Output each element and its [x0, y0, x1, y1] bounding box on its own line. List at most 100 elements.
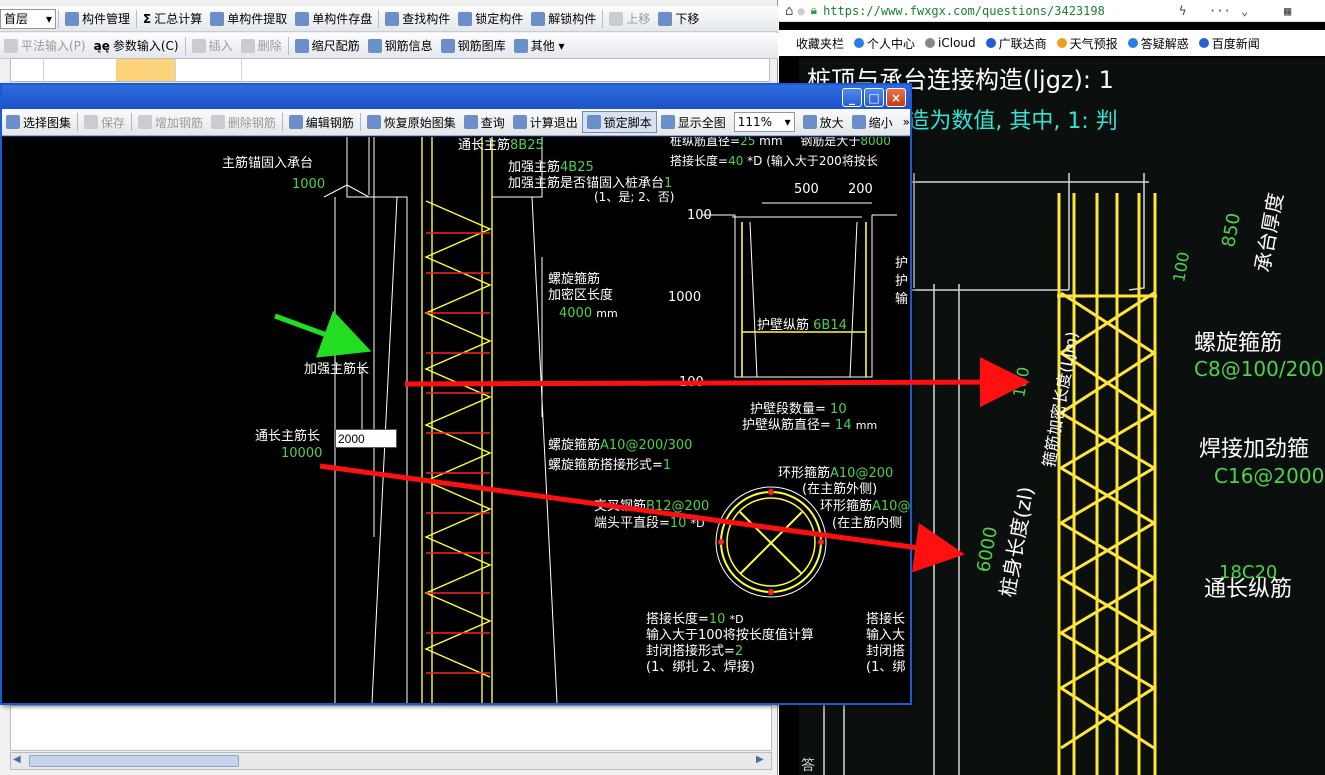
toolbar-button-1[interactable]: Σ 汇总计算 — [139, 8, 206, 30]
dialog-toolbar-button-10-label: 放大 — [819, 115, 844, 130]
toolbar-button-4[interactable]: 查找构件 — [381, 8, 454, 30]
zoom-out-icon — [851, 115, 866, 129]
chevron-down-icon[interactable]: ⌄ — [1241, 4, 1248, 18]
bookmark-item[interactable]: 个人中心 — [854, 35, 915, 52]
bookmark-label: 广联达商 — [998, 36, 1047, 51]
ring-section — [715, 486, 827, 598]
toolbar-button-2[interactable]: 单构件提取 — [206, 8, 291, 30]
input-toolbar-button-7[interactable]: 其他 ▾ — [510, 35, 569, 57]
dialog-toolbar-button-3[interactable]: 删除钢筋 — [207, 111, 280, 133]
input-toolbar-button-3[interactable]: 删除 — [237, 35, 286, 57]
input-toolbar-button-6[interactable]: 钢筋图库 — [437, 35, 510, 57]
lock-icon: 🔒︎ — [810, 3, 818, 17]
lightning-icon[interactable]: ϟ — [1179, 4, 1186, 18]
svg-text:200: 200 — [848, 182, 873, 197]
component-grid[interactable] — [10, 58, 770, 82]
bookmark-label: iCloud — [938, 36, 976, 50]
home-icon[interactable]: ⌂ — [785, 3, 793, 19]
toolbar-overflow-icon[interactable]: » — [903, 115, 910, 129]
svg-text:4000 mm: 4000 mm — [559, 306, 618, 321]
library-icon — [440, 38, 455, 53]
more-icon[interactable]: ··· — [1209, 4, 1231, 18]
url-text[interactable]: https://www.fwxgx.com/questions/3423198 — [823, 4, 1105, 18]
grid-icon[interactable]: ▦ — [1284, 4, 1291, 18]
toolbar-separator — [287, 36, 289, 55]
toolbar-separator — [378, 9, 380, 28]
bookmark-icon — [783, 38, 793, 48]
svg-text:输入大: 输入大 — [866, 627, 905, 643]
toolbar-button-7[interactable]: 上移 — [605, 8, 654, 30]
toolbar-button-0[interactable]: 构件管理 — [61, 8, 134, 30]
bookmark-item[interactable]: 天气预报 — [1056, 35, 1118, 52]
svg-text:桩纵筋直径=25 mm 钢筋是大于8000: 桩纵筋直径=25 mm 钢筋是大于8000 — [670, 137, 891, 148]
toolbar-button-1-label: 汇总计算 — [154, 12, 203, 26]
toolbar-separator — [602, 9, 604, 28]
toolbar-button-6[interactable]: 解锁构件 — [527, 8, 600, 30]
toolbar-separator — [281, 113, 283, 131]
restore-icon — [366, 115, 381, 129]
cad-canvas[interactable]: 通长主筋8B25 主筋锚固入承台 1000 加强主筋4B25 加强主筋是否锚固入… — [2, 137, 910, 703]
dialog-toolbar-button-0[interactable]: 选择图集 — [2, 111, 75, 133]
svg-text:封闭搭接形式=2: 封闭搭接形式=2 — [646, 643, 743, 659]
input-toolbar-button-0[interactable]: 平法输入(P) — [0, 35, 90, 57]
input-toolbar: 平法输入(P) ąę 参数输入(C) 插入 删除 缩尺配筋 钢筋信息 钢筋图库 其他 ▾ — [0, 33, 778, 59]
dialog-toolbar-button-7-label: 计算退出 — [529, 115, 578, 130]
toolbar-separator — [359, 113, 361, 131]
input-toolbar-button-7-label: 其他 ▾ — [530, 39, 565, 53]
close-button[interactable]: × — [886, 88, 906, 107]
toolbar-separator — [136, 9, 138, 28]
floor-select[interactable]: 首层 ▾ — [0, 8, 56, 29]
toolbar-button-8-label: 下移 — [675, 12, 700, 26]
chevron-down-icon: ▾ — [784, 115, 791, 129]
list-area — [10, 705, 772, 751]
scroll-left-icon[interactable]: ◀ — [13, 754, 27, 768]
scroll-right-icon[interactable]: ▶ — [756, 754, 770, 768]
toolbar-button-5[interactable]: 锁定构件 — [454, 8, 527, 30]
input-toolbar-button-4[interactable]: 缩尺配筋 — [291, 35, 364, 57]
info-icon — [367, 38, 382, 53]
toolbar-button-3[interactable]: 单构件存盘 — [291, 8, 376, 30]
wall-section — [702, 202, 897, 378]
svg-text:(1、绑扎 2、焊接): (1、绑扎 2、焊接) — [646, 659, 755, 675]
dialog-titlebar[interactable]: _ □ × — [2, 85, 910, 109]
reinf-length-input[interactable] — [335, 429, 397, 448]
bookmark-item[interactable]: 收藏夹栏 — [783, 35, 844, 52]
dialog-toolbar-button-6[interactable]: 查询 — [460, 111, 509, 133]
bookmark-item[interactable]: 广联达商 — [985, 35, 1047, 52]
toolbar-button-6-label: 解锁构件 — [548, 12, 597, 26]
dialog-toolbar-button-5[interactable]: 恢复原始图集 — [363, 111, 460, 133]
zoom-select[interactable]: 111% ▾ — [733, 112, 795, 132]
input-toolbar-button-6-label: 钢筋图库 — [457, 39, 506, 53]
svg-text:输入大于100将按长度值计算: 输入大于100将按长度值计算 — [646, 627, 814, 643]
input-toolbar-button-2[interactable]: 插入 — [188, 35, 237, 57]
toolbar-button-8[interactable]: 下移 — [654, 8, 703, 30]
dialog-toolbar-button-4[interactable]: 编辑钢筋 — [285, 111, 358, 133]
cad-drawing: 通长主筋8B25 主筋锚固入承台 1000 加强主筋4B25 加强主筋是否锚固入… — [222, 137, 910, 703]
address-bar[interactable]: ⌂ ● 🔒︎ https://www.fwxgx.com/questions/3… — [779, 0, 1325, 22]
dialog-toolbar-button-2[interactable]: 增加钢筋 — [134, 111, 207, 133]
grid-cell-selected[interactable] — [116, 59, 176, 81]
dialog-toolbar-button-9[interactable]: 显示全图 — [657, 111, 730, 133]
bookmark-item[interactable]: 答疑解惑 — [1127, 35, 1189, 52]
maximize-button[interactable]: □ — [864, 88, 884, 107]
bookmark-item[interactable]: 百度新闻 — [1198, 35, 1260, 52]
dialog-toolbar-button-8[interactable]: 锁定脚本 — [581, 111, 657, 133]
dialog-toolbar-button-1[interactable]: 保存 — [80, 111, 129, 133]
svg-text:(1、绑: (1、绑 — [866, 660, 905, 675]
scrollbar-thumb[interactable] — [29, 755, 239, 767]
grid-cell — [43, 59, 44, 81]
input-toolbar-button-5[interactable]: 钢筋信息 — [364, 35, 437, 57]
dialog-toolbar-button-7[interactable]: 计算退出 — [509, 111, 582, 133]
bookmark-icon — [854, 38, 865, 48]
input-toolbar-button-1[interactable]: ąę 参数输入(C) — [90, 35, 183, 57]
other-icon — [513, 38, 528, 53]
anchor-value: 1000 — [292, 177, 325, 192]
dialog-toolbar-button-11[interactable]: 缩小 — [848, 111, 897, 133]
dialog-toolbar-button-10[interactable]: 放大 — [799, 111, 848, 133]
dialog-toolbar-button-5-label: 恢复原始图集 — [383, 115, 456, 130]
svg-text:(1、是; 2、否): (1、是; 2、否) — [594, 190, 675, 204]
horizontal-scrollbar[interactable]: ◀ ▶ — [10, 752, 772, 770]
reinf-length-label: 加强主筋长 — [304, 361, 369, 377]
minimize-button[interactable]: _ — [842, 88, 862, 107]
bookmark-item[interactable]: iCloud — [925, 36, 976, 50]
